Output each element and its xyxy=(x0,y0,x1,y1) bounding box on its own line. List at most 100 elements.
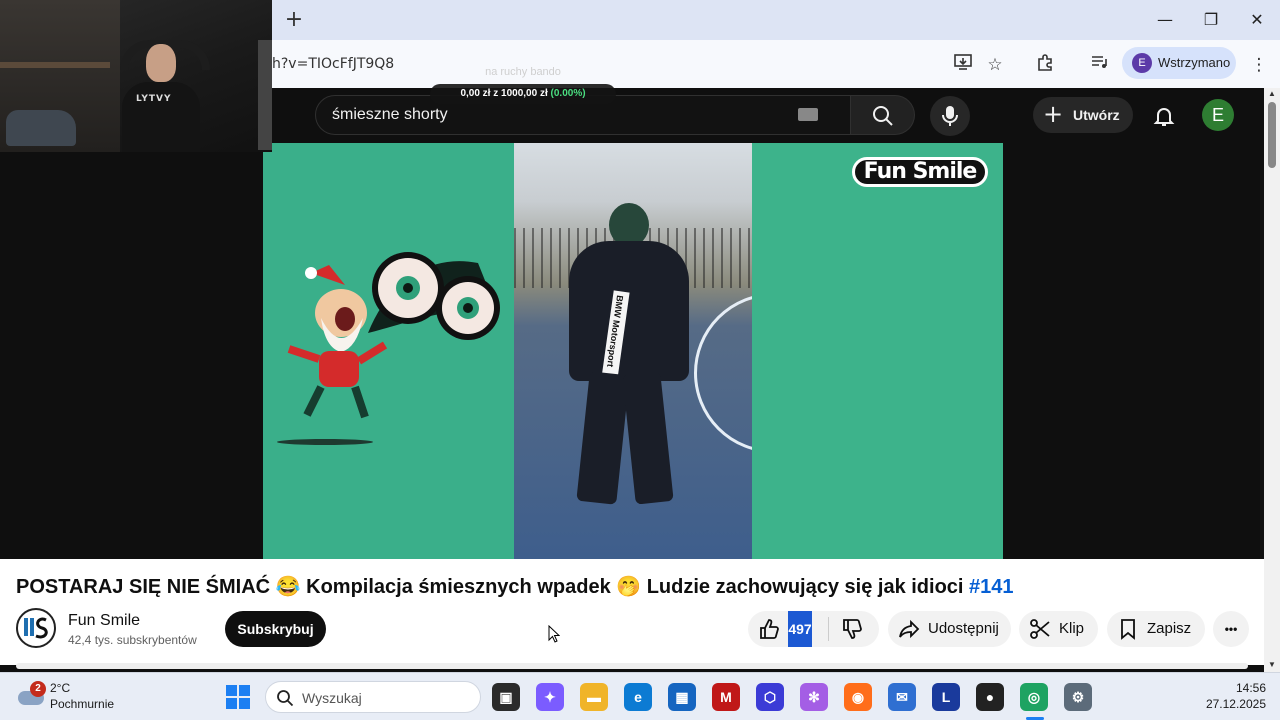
task-view-icon[interactable]: ▣ xyxy=(492,683,520,711)
webcam-lamp xyxy=(258,40,272,150)
like-button[interactable] xyxy=(758,618,780,640)
like-separator xyxy=(828,617,829,641)
install-app-icon[interactable] xyxy=(950,52,976,78)
cartoon-shadow xyxy=(277,439,373,445)
address-bar: h?v=TIOcFfJT9Q8 ☆ E Wstrzymano ⋮ xyxy=(272,40,1280,88)
extensions-icon[interactable] xyxy=(1032,52,1058,78)
channel-name[interactable]: Fun Smile xyxy=(68,612,140,630)
video-right-panel xyxy=(752,143,1003,559)
search-query: śmieszne shorty xyxy=(332,106,448,123)
clip-person-right-leg xyxy=(622,371,674,505)
video-title: POSTARAJ SIĘ NIE ŚMIAĆ 😂 Kompilacja śmie… xyxy=(16,574,1014,599)
video-meta-section: POSTARAJ SIĘ NIE ŚMIAĆ 😂 Kompilacja śmie… xyxy=(0,559,1264,669)
mail-icon[interactable]: ✉ xyxy=(888,683,916,711)
taskbar-search-icon xyxy=(277,690,294,707)
webcam-shirt-text: LYTVY xyxy=(136,94,172,104)
donation-progress-bar: 0,00 zł z 1000,00 zł (0.00%) xyxy=(430,84,616,104)
channel-watermark: Fun Smile xyxy=(852,157,988,187)
video-player[interactable]: BMW Motorsport Fun Smile xyxy=(263,143,1003,559)
dislike-button[interactable] xyxy=(841,618,863,640)
file-explorer-icon[interactable]: ▬ xyxy=(580,683,608,711)
bookmark-icon xyxy=(1117,618,1139,640)
start-windows-icon[interactable] xyxy=(226,685,250,709)
mouse-cursor-icon xyxy=(548,625,560,643)
taskbar-search-placeholder: Wyszukaj xyxy=(302,690,362,706)
video-main-clip: BMW Motorsport xyxy=(514,143,752,559)
maximize-button[interactable]: ❐ xyxy=(1196,6,1226,34)
windows-taskbar: 2 2°C Pochmurnie Wyszukaj ▣ ✦ ▬ e ▦ M ⬡ ✻ ◉ ✉ L ● ◎ ⚙… xyxy=(0,672,1280,720)
weather-condition: Pochmurnie xyxy=(50,697,115,711)
minimize-button[interactable]: — xyxy=(1150,6,1180,34)
like-count: 497 xyxy=(788,611,812,647)
channel-avatar[interactable] xyxy=(16,608,56,648)
taskbar-search-input[interactable]: Wyszukaj xyxy=(265,681,481,713)
youtube-header: śmieszne shorty + Utwórz E xyxy=(272,88,1264,144)
donation-goal: 1000,00 zł xyxy=(501,88,548,99)
clip-person-left-leg xyxy=(576,371,630,505)
search-icon xyxy=(873,106,893,126)
clip-person: BMW Motorsport xyxy=(569,203,689,505)
clip-person-hoodie: BMW Motorsport xyxy=(569,241,689,388)
plus-icon: + xyxy=(1043,100,1064,128)
store-icon[interactable]: ▦ xyxy=(668,683,696,711)
close-window-button[interactable]: ✕ xyxy=(1242,6,1272,34)
video-hashtag-link[interactable]: #141 xyxy=(969,576,1014,598)
media-controls-icon[interactable] xyxy=(1086,52,1112,78)
video-title-text: POSTARAJ SIĘ NIE ŚMIAĆ 😂 Kompilacja śmie… xyxy=(16,576,970,598)
thumbs-down-icon xyxy=(843,619,862,639)
donation-separator: z xyxy=(493,88,499,99)
keyboard-icon[interactable] xyxy=(798,108,818,121)
clock-date: 27.12.2025 xyxy=(1205,697,1266,711)
clip-button[interactable]: Klip xyxy=(1019,611,1098,647)
browser-menu-icon[interactable]: ⋮ xyxy=(1246,52,1272,78)
create-label: Utwórz xyxy=(1073,107,1120,123)
shield-app-icon[interactable]: ⬡ xyxy=(756,683,784,711)
like-dislike-group: 497 xyxy=(748,611,879,647)
scroll-up-arrow-icon[interactable]: ▲ xyxy=(1267,90,1277,98)
microphone-icon xyxy=(942,106,958,126)
bell-icon xyxy=(1153,108,1175,126)
hoodie-text: BMW Motorsport xyxy=(605,294,626,368)
webcam-person-head xyxy=(146,44,176,82)
scissors-icon xyxy=(1029,618,1051,640)
page-scrollbar[interactable]: ▲ ▼ xyxy=(1264,88,1280,672)
copilot-icon[interactable]: ✦ xyxy=(536,683,564,711)
share-button[interactable]: Udostępnij xyxy=(888,611,1011,647)
clock-time: 14:56 xyxy=(1235,681,1266,695)
profile-avatar: E xyxy=(1132,53,1152,73)
share-label: Udostępnij xyxy=(928,620,999,637)
save-button[interactable]: Zapisz xyxy=(1107,611,1205,647)
webcam-person-shirt: LYTVY xyxy=(122,82,200,152)
subscribe-button[interactable]: Subskrybuj xyxy=(225,611,326,647)
create-button[interactable]: + Utwórz xyxy=(1033,97,1133,133)
voice-search-button[interactable] xyxy=(930,96,970,136)
scroll-down-arrow-icon[interactable]: ▼ xyxy=(1267,661,1277,669)
share-icon xyxy=(898,618,920,640)
new-tab-button[interactable]: + xyxy=(282,8,306,32)
bookmark-star-icon[interactable]: ☆ xyxy=(982,52,1008,78)
user-avatar[interactable]: E xyxy=(1202,99,1234,131)
search-button[interactable] xyxy=(851,95,915,135)
firefox-icon[interactable]: ◉ xyxy=(844,683,872,711)
weather-badge: 2 xyxy=(30,681,46,697)
scrollbar-thumb[interactable] xyxy=(1268,102,1276,168)
browser-tab-bar: + — ❐ ✕ xyxy=(272,0,1280,40)
more-actions-button[interactable]: ••• xyxy=(1213,611,1249,647)
weather-widget[interactable]: 2 2°C Pochmurnie xyxy=(16,681,136,713)
subscriber-count: 42,4 tys. subskrybentów xyxy=(68,633,197,647)
donation-goal-overlay: na ruchy bando 0,00 zł z 1000,00 zł (0.0… xyxy=(430,62,616,106)
clip-label: Klip xyxy=(1059,620,1085,637)
save-label: Zapisz xyxy=(1147,620,1192,637)
thumbs-up-icon xyxy=(760,619,779,639)
notifications-button[interactable] xyxy=(1144,96,1184,136)
chrome-icon[interactable]: ◎ xyxy=(1020,683,1048,711)
edge-icon[interactable]: e xyxy=(624,683,652,711)
obs-icon[interactable]: ● xyxy=(976,683,1004,711)
l-app-icon[interactable]: L xyxy=(932,683,960,711)
profile-chip[interactable]: E Wstrzymano xyxy=(1122,47,1236,79)
mcafee-icon[interactable]: M xyxy=(712,683,740,711)
react-app-icon[interactable]: ✻ xyxy=(800,683,828,711)
system-clock[interactable]: 14:56 27.12.2025 xyxy=(1190,681,1266,713)
url-text[interactable]: h?v=TIOcFfJT9Q8 xyxy=(272,56,394,72)
settings-icon[interactable]: ⚙ xyxy=(1064,683,1092,711)
